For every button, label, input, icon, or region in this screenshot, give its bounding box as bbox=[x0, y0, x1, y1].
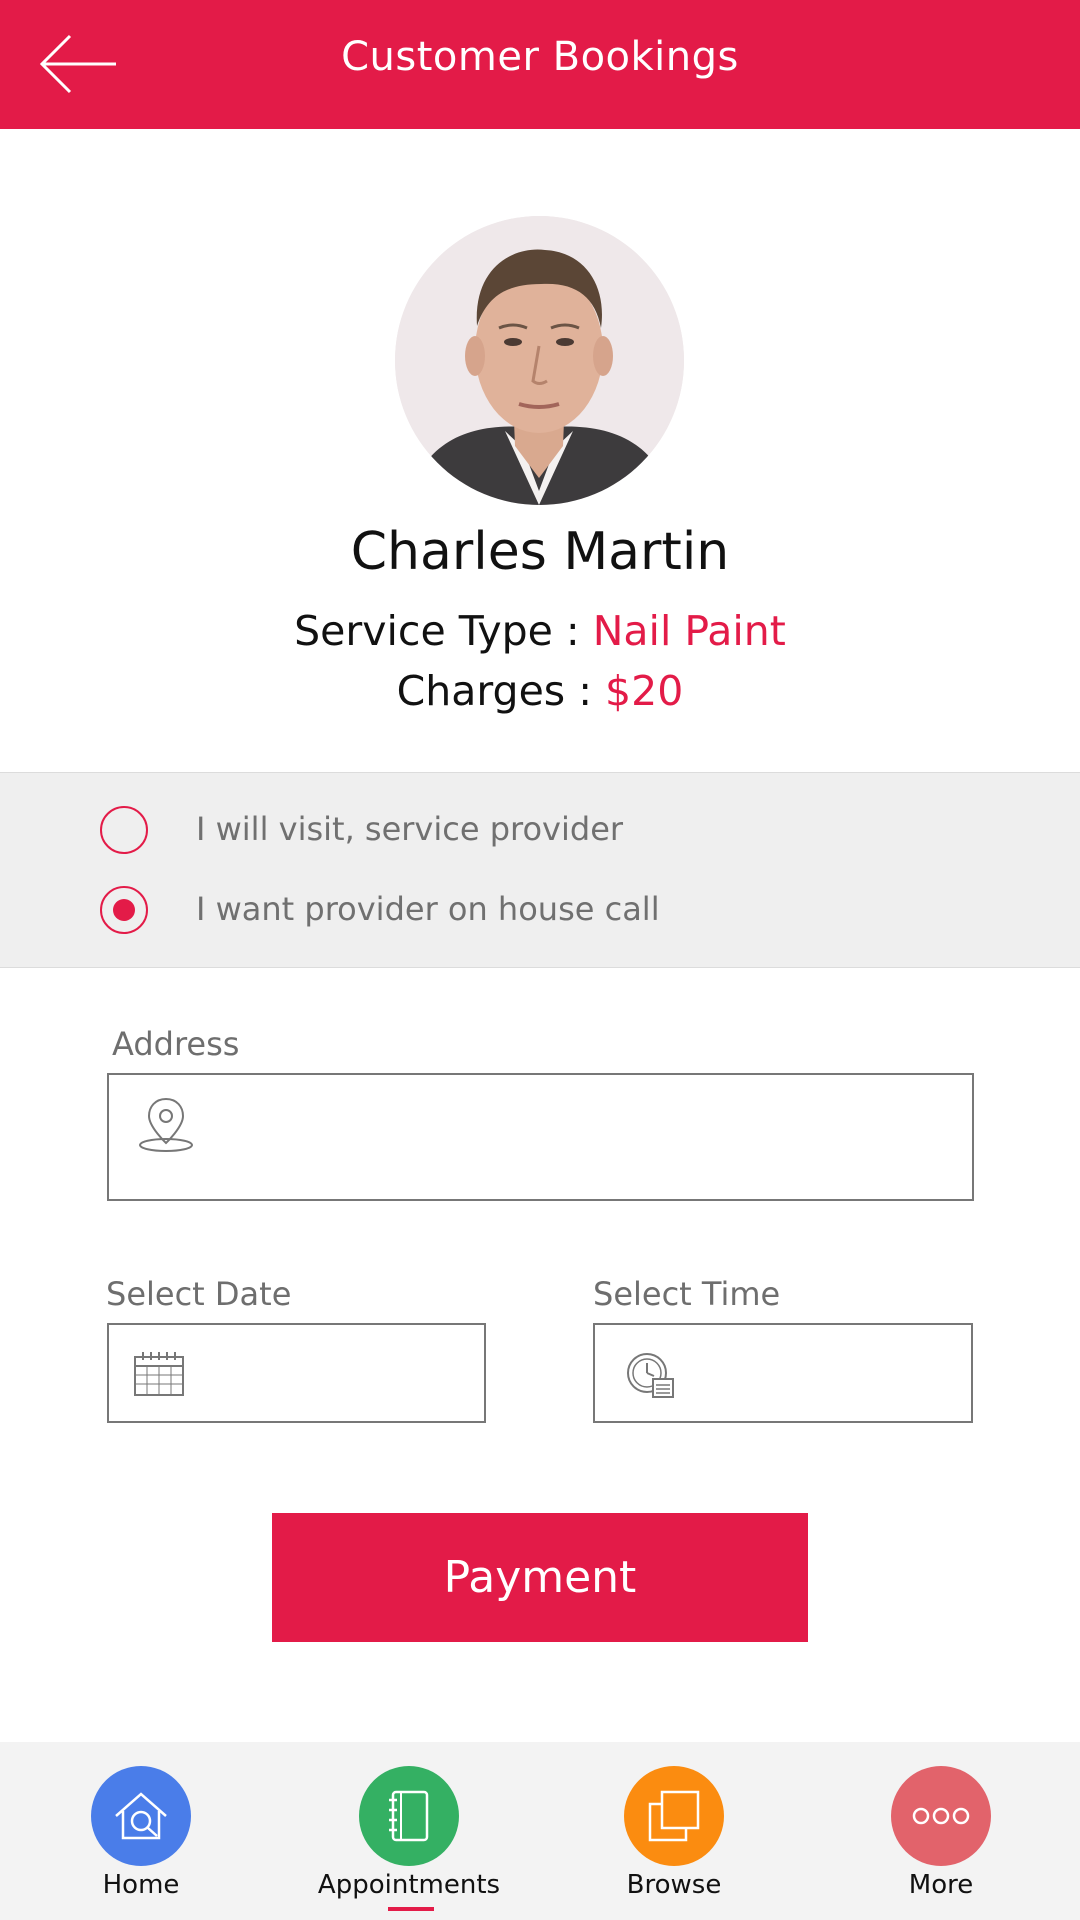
service-type-label: Service Type : bbox=[294, 607, 593, 655]
avatar bbox=[395, 216, 684, 505]
radio-button[interactable] bbox=[100, 806, 148, 854]
charges-line: Charges : $20 bbox=[0, 667, 1080, 715]
nav-label-more: More bbox=[908, 1870, 974, 1900]
radio-button-selected[interactable] bbox=[100, 886, 148, 934]
nav-appointments-circle bbox=[359, 1766, 459, 1866]
nav-label-appointments: Appointments bbox=[317, 1870, 501, 1900]
charges-value: $20 bbox=[605, 667, 684, 715]
notebook-icon bbox=[389, 1790, 429, 1842]
nav-item-browse[interactable]: Browse bbox=[539, 1742, 809, 1920]
clock-icon bbox=[627, 1353, 674, 1398]
bottom-nav: Home Appointments Browse More bbox=[0, 1742, 1080, 1920]
visit-options: I will visit, service provider I want pr… bbox=[0, 772, 1080, 968]
avatar-image bbox=[395, 216, 684, 505]
nav-item-appointments[interactable]: Appointments bbox=[274, 1742, 544, 1920]
customer-profile: Charles Martin Service Type : Nail Paint… bbox=[0, 129, 1080, 772]
app-bar: Customer Bookings bbox=[0, 0, 1080, 129]
more-dots-icon bbox=[912, 1807, 970, 1825]
location-pin-icon bbox=[139, 1097, 193, 1152]
time-field[interactable] bbox=[593, 1323, 973, 1423]
nav-home-circle bbox=[91, 1766, 191, 1866]
active-tab-indicator bbox=[388, 1907, 434, 1911]
address-label: Address bbox=[112, 1025, 240, 1063]
nav-label-home: Home bbox=[102, 1870, 180, 1900]
option-label: I want provider on house call bbox=[196, 890, 660, 928]
nav-browse-circle bbox=[624, 1766, 724, 1866]
home-search-icon bbox=[115, 1792, 167, 1840]
charges-label: Charges : bbox=[396, 667, 606, 715]
date-field[interactable] bbox=[107, 1323, 486, 1423]
service-type-value: Nail Paint bbox=[592, 607, 786, 655]
option-house-call[interactable]: I want provider on house call bbox=[100, 886, 1000, 942]
service-type-line: Service Type : Nail Paint bbox=[0, 607, 1080, 655]
nav-item-more[interactable]: More bbox=[806, 1742, 1076, 1920]
payment-button[interactable]: Payment bbox=[272, 1513, 808, 1642]
page-title: Customer Bookings bbox=[341, 34, 739, 80]
calendar-icon bbox=[134, 1352, 184, 1396]
option-label: I will visit, service provider bbox=[196, 810, 624, 848]
nav-label-browse: Browse bbox=[626, 1870, 722, 1900]
address-field[interactable] bbox=[107, 1073, 974, 1201]
customer-name: Charles Martin bbox=[350, 522, 730, 582]
date-label: Select Date bbox=[106, 1275, 292, 1313]
layers-icon bbox=[648, 1790, 700, 1842]
nav-more-circle bbox=[891, 1766, 991, 1866]
option-visit-provider[interactable]: I will visit, service provider bbox=[100, 806, 1000, 862]
time-label: Select Time bbox=[593, 1275, 781, 1313]
nav-item-home[interactable]: Home bbox=[6, 1742, 276, 1920]
radio-dot bbox=[113, 899, 135, 921]
